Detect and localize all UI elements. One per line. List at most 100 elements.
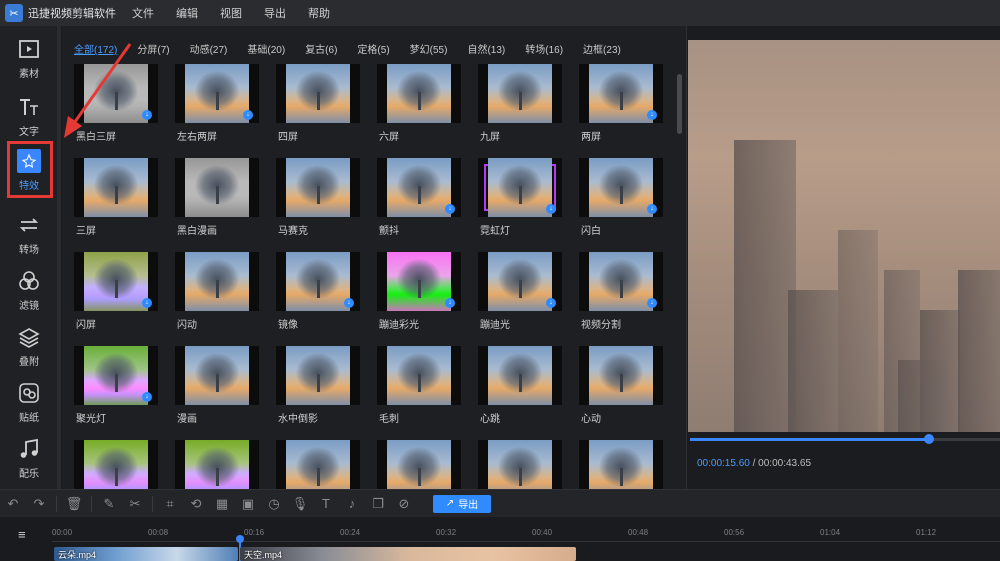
- audio-icon[interactable]: ♪: [339, 493, 365, 515]
- effect-tile-disco-color[interactable]: ↓ 蹦迪彩光: [377, 252, 461, 340]
- tab-all[interactable]: 全部(172): [74, 41, 117, 57]
- effect-tile-nine-screen[interactable]: 九屏: [478, 64, 562, 152]
- effect-thumbnail: [175, 346, 259, 405]
- menu-export[interactable]: 导出: [264, 5, 286, 21]
- nav-sticker[interactable]: 贴纸: [0, 374, 58, 430]
- effect-tile-heart[interactable]: 心动: [579, 346, 663, 434]
- rotate-icon[interactable]: ⟲: [183, 493, 209, 515]
- preview-building: [898, 360, 948, 432]
- nav-music[interactable]: 配乐: [0, 430, 58, 486]
- effect-tile-video-split[interactable]: ↓ 视频分割: [579, 252, 663, 340]
- tab-border[interactable]: 边框(23): [583, 41, 621, 57]
- timeline-clip[interactable]: 云朵.mp4: [54, 547, 238, 561]
- effect-tile-effect-27[interactable]: [276, 440, 360, 489]
- effect-tile-two-screen[interactable]: ↓ 两屏: [579, 64, 663, 152]
- effect-thumbnail: ↓: [74, 252, 158, 311]
- mosaic-icon[interactable]: ▦: [209, 493, 235, 515]
- menu-help[interactable]: 帮助: [308, 5, 330, 21]
- download-icon[interactable]: ↓: [243, 110, 253, 120]
- playback-progress[interactable]: [690, 434, 1000, 444]
- effect-tile-effect-25[interactable]: [74, 440, 158, 489]
- download-icon[interactable]: ↓: [445, 298, 455, 308]
- effect-tile-comic[interactable]: 漫画: [175, 346, 259, 434]
- effect-tile-flash-white[interactable]: ↓ 闪白: [579, 158, 663, 246]
- redo-icon[interactable]: ↷: [26, 493, 52, 515]
- tree-trunk: [216, 280, 219, 298]
- effect-tile-bw-comic[interactable]: 黑白漫画: [175, 158, 259, 246]
- download-icon[interactable]: ↓: [142, 298, 152, 308]
- effect-tile-neon-light[interactable]: ↓ 霓虹灯: [478, 158, 562, 246]
- download-icon[interactable]: ↓: [546, 204, 556, 214]
- effect-tile-glitch[interactable]: 毛刺: [377, 346, 461, 434]
- effect-tile-effect-29[interactable]: [478, 440, 562, 489]
- effect-tile-flash-screen[interactable]: ↓ 闪屏: [74, 252, 158, 340]
- effect-tile-three-screen[interactable]: 三屏: [74, 158, 158, 246]
- download-icon[interactable]: ↓: [344, 298, 354, 308]
- freeze-icon[interactable]: ⊘: [391, 493, 417, 515]
- menu-view[interactable]: 视图: [220, 5, 242, 21]
- effect-tile-effect-30[interactable]: [579, 440, 663, 489]
- download-icon[interactable]: ↓: [142, 392, 152, 402]
- download-icon[interactable]: ↓: [647, 298, 657, 308]
- picture-icon[interactable]: ▣: [235, 493, 261, 515]
- download-icon[interactable]: ↓: [647, 204, 657, 214]
- effect-tile-spotlight[interactable]: ↓ 聚光灯: [74, 346, 158, 434]
- effect-tile-shake[interactable]: ↓ 颤抖: [377, 158, 461, 246]
- menu-edit[interactable]: 编辑: [176, 5, 198, 21]
- download-icon[interactable]: ↓: [546, 298, 556, 308]
- effects-scrollbar[interactable]: [677, 74, 682, 134]
- tab-nature[interactable]: 自然(13): [467, 41, 505, 57]
- nav-filter[interactable]: 滤镜: [0, 262, 58, 318]
- tab-basic[interactable]: 基础(20): [247, 41, 285, 57]
- effect-tile-flicker[interactable]: 闪动: [175, 252, 259, 340]
- tab-split[interactable]: 分屏(7): [137, 41, 169, 57]
- undo-icon[interactable]: ↶: [0, 493, 26, 515]
- crop-icon[interactable]: ⌗: [157, 493, 183, 515]
- copy-icon[interactable]: ❐: [365, 493, 391, 515]
- microphone-icon[interactable]: 🎙: [287, 493, 313, 515]
- tab-transition[interactable]: 转场(16): [525, 41, 563, 57]
- video-preview[interactable]: [688, 40, 1000, 432]
- split-icon[interactable]: ✂: [122, 493, 148, 515]
- effect-tile-water-reflection[interactable]: 水中倒影: [276, 346, 360, 434]
- ruler-tick-label: 00:56: [724, 528, 745, 537]
- tab-freeze[interactable]: 定格(5): [357, 41, 389, 57]
- effect-tile-left-right-split[interactable]: ↓ 左右两屏: [175, 64, 259, 152]
- effect-grid: ↓ 黑白三屏 ↓ 左右两屏 四屏 六屏 九屏 ↓ 两屏 三屏 黑白漫画 马赛克 ↓ 颤抖 ↓ 霓虹灯 ↓ 闪白 ↓ 闪…: [74, 64, 674, 489]
- tab-dynamic[interactable]: 动感(27): [190, 41, 228, 57]
- effect-tile-disco-light[interactable]: ↓ 蹦迪光: [478, 252, 562, 340]
- edit-icon[interactable]: ✎: [96, 493, 122, 515]
- timeline-ruler[interactable]: 00:00 00:08 00:16 00:24 00:32 00:40 00:48 00:56…: [52, 528, 1000, 542]
- tree-trunk: [216, 92, 219, 110]
- effect-tile-mirror[interactable]: ↓ 镜像: [276, 252, 360, 340]
- download-icon[interactable]: ↓: [445, 204, 455, 214]
- preview-building: [734, 140, 796, 432]
- download-icon[interactable]: ↓: [647, 110, 657, 120]
- duration-icon[interactable]: ◷: [261, 493, 287, 515]
- nav-text[interactable]: 文字: [0, 88, 58, 144]
- effect-tile-four-screen[interactable]: 四屏: [276, 64, 360, 152]
- menu-file[interactable]: 文件: [132, 5, 154, 21]
- ruler-tick-label: 00:48: [628, 528, 649, 537]
- tab-retro[interactable]: 复古(6): [305, 41, 337, 57]
- nav-media[interactable]: 素材: [0, 30, 58, 86]
- effect-tile-effect-28[interactable]: [377, 440, 461, 489]
- effect-tile-mosaic[interactable]: 马赛克: [276, 158, 360, 246]
- effect-tile-heartbeat[interactable]: 心跳: [478, 346, 562, 434]
- timeline-clip[interactable]: 天空.mp4: [240, 547, 576, 561]
- nav-overlay[interactable]: 叠附: [0, 318, 58, 374]
- nav-transition[interactable]: 转场: [0, 206, 58, 262]
- download-icon[interactable]: ↓: [142, 110, 152, 120]
- effect-tile-effect-26[interactable]: [175, 440, 259, 489]
- text-to-speech-icon[interactable]: T: [313, 493, 339, 515]
- nav-scrollbar[interactable]: [57, 26, 61, 489]
- effect-tile-six-screen[interactable]: 六屏: [377, 64, 461, 152]
- export-button[interactable]: ↗ 导出: [433, 494, 491, 513]
- nav-text-label: 文字: [19, 126, 39, 138]
- timeline-menu-icon[interactable]: ≡: [18, 527, 26, 542]
- delete-icon[interactable]: 🗑: [61, 493, 87, 515]
- tree-trunk: [115, 186, 118, 204]
- progress-handle[interactable]: [924, 434, 934, 444]
- effect-tile-bw-three-screen[interactable]: ↓ 黑白三屏: [74, 64, 158, 152]
- tab-dream[interactable]: 梦幻(55): [410, 41, 448, 57]
